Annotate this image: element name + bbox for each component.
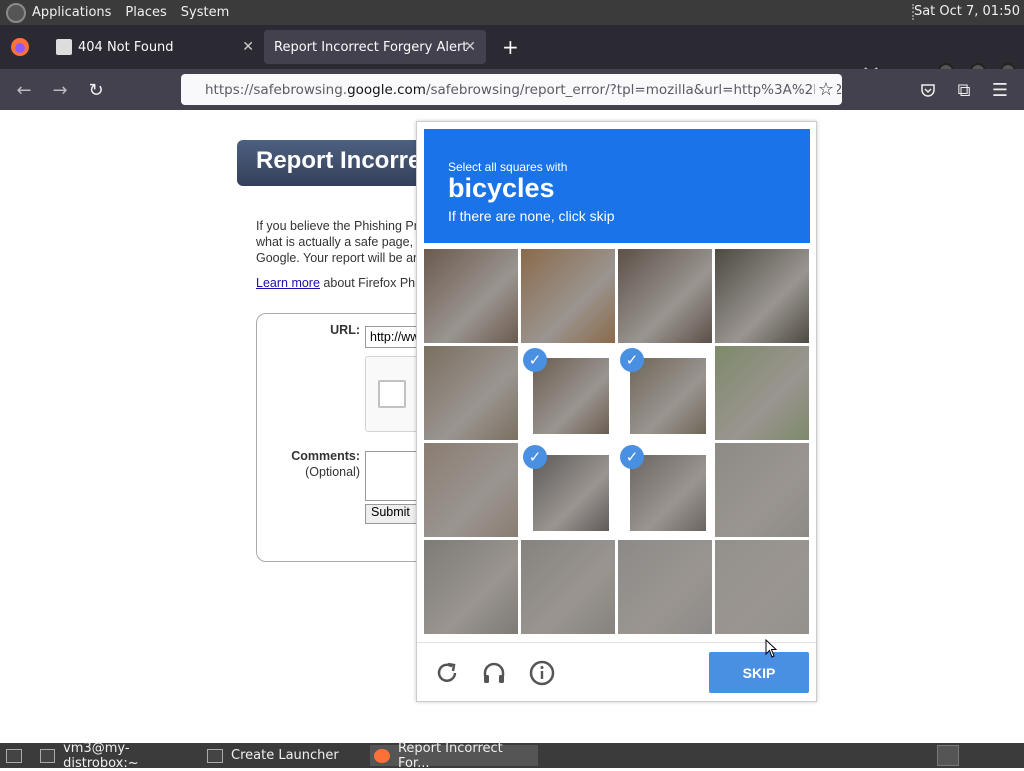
challenge-tile[interactable] xyxy=(618,249,712,343)
hamburger-menu-icon[interactable]: ☰ xyxy=(989,79,1011,101)
firefox-icon xyxy=(374,748,390,763)
distro-logo-icon[interactable] xyxy=(6,2,26,23)
recaptcha-challenge: Select all squares with bicycles If ther… xyxy=(416,121,817,702)
challenge-tile[interactable]: ✓ xyxy=(521,346,615,440)
learn-more-link[interactable]: Learn more xyxy=(256,276,320,290)
tile-image xyxy=(715,249,809,343)
bookmark-star-icon[interactable]: ☆ xyxy=(815,78,837,100)
tile-image xyxy=(424,249,518,343)
tile-image xyxy=(424,540,518,634)
show-desktop-icon[interactable] xyxy=(2,745,26,766)
challenge-tile[interactable] xyxy=(715,249,809,343)
taskbar: vm3@my-distrobox:~ Create Launcher Repor… xyxy=(0,741,1024,771)
tray-firefox-icon[interactable] xyxy=(937,745,959,766)
submit-button[interactable]: Submit xyxy=(365,504,419,524)
menu-applications[interactable]: Applications xyxy=(32,5,111,20)
navigation-bar: ← → ↻ https://safebrowsing.google.com/sa… xyxy=(0,69,1024,110)
taskbar-item-firefox[interactable]: Report Incorrect For... xyxy=(370,741,538,771)
extensions-icon[interactable]: ⧉ xyxy=(953,79,975,101)
challenge-instruction: Select all squares with xyxy=(448,160,568,174)
new-tab-icon[interactable]: + xyxy=(502,35,519,59)
challenge-tile[interactable] xyxy=(424,540,518,634)
intro-line: If you believe the Phishing Protection xyxy=(256,219,426,233)
challenge-object: bicycles xyxy=(448,173,555,203)
tile-image xyxy=(618,540,712,634)
tab-report-forgery[interactable]: Report Incorrect Forgery Alert ✕ xyxy=(264,30,486,64)
clock[interactable]: Sat Oct 7, 01:50 xyxy=(914,4,1020,19)
task-label: vm3@my-distrobox:~ xyxy=(63,740,139,771)
tile-image xyxy=(533,455,609,531)
tile-image xyxy=(424,346,518,440)
learn-more-line: Learn more about Firefox Phishing xyxy=(256,276,426,290)
tab-label: 404 Not Found xyxy=(78,39,174,55)
tile-image xyxy=(618,249,712,343)
url-bar[interactable]: https://safebrowsing.google.com/safebrow… xyxy=(181,74,842,105)
tile-image xyxy=(521,249,615,343)
challenge-header: Select all squares with bicycles If ther… xyxy=(424,129,810,243)
tile-image xyxy=(715,346,809,440)
tile-image xyxy=(424,443,518,537)
url-text[interactable]: https://safebrowsing.google.com/safebrow… xyxy=(205,82,842,98)
tile-checkmark-icon: ✓ xyxy=(620,348,644,372)
tile-image xyxy=(715,443,809,537)
task-label: Create Launcher xyxy=(231,748,339,763)
challenge-tile[interactable] xyxy=(424,443,518,537)
intro-line: what is actually a safe page, please xyxy=(256,235,426,249)
intro-line: Google. Your report will be analyzed xyxy=(256,251,426,265)
challenge-tile[interactable] xyxy=(521,540,615,634)
tab-404[interactable]: 404 Not Found ✕ xyxy=(46,25,264,69)
back-icon[interactable]: ← xyxy=(13,79,35,101)
challenge-tile[interactable]: ✓ xyxy=(618,346,712,440)
mouse-cursor-icon xyxy=(765,639,778,658)
close-tab-icon[interactable]: ✕ xyxy=(242,39,254,55)
challenge-tile[interactable] xyxy=(424,249,518,343)
comments-label: Comments: xyxy=(291,449,360,463)
challenge-tile[interactable] xyxy=(715,443,809,537)
top-panel: Applications Places System Sat Oct 7, 01… xyxy=(0,0,1024,25)
launcher-icon xyxy=(207,748,223,763)
tile-image xyxy=(521,540,615,634)
tile-image xyxy=(630,455,706,531)
tab-strip: 404 Not Found ✕ Report Incorrect Forgery… xyxy=(0,25,1024,79)
tile-image xyxy=(715,540,809,634)
challenge-tile[interactable]: ✓ xyxy=(618,443,712,537)
challenge-image-grid: ✓ ✓ ✓ ✓ xyxy=(424,249,810,635)
url-label: URL: xyxy=(330,323,360,337)
firefox-menu-icon[interactable] xyxy=(10,37,30,57)
tile-image xyxy=(630,358,706,434)
intro-paragraph: If you believe the Phishing Protection w… xyxy=(256,218,426,266)
taskbar-item-terminal[interactable]: vm3@my-distrobox:~ xyxy=(36,741,196,771)
menu-system[interactable]: System xyxy=(181,5,229,20)
challenge-tile[interactable]: ✓ xyxy=(521,443,615,537)
challenge-tile[interactable] xyxy=(715,540,809,634)
skip-button[interactable]: SKIP xyxy=(709,652,809,693)
challenge-tile[interactable] xyxy=(618,540,712,634)
challenge-hint: If there are none, click skip xyxy=(448,208,615,224)
optional-label: (Optional) xyxy=(305,465,360,479)
info-icon[interactable] xyxy=(528,659,556,687)
pocket-icon[interactable] xyxy=(917,79,939,101)
taskbar-item-create-launcher[interactable]: Create Launcher xyxy=(203,745,363,766)
menu-places[interactable]: Places xyxy=(125,5,166,20)
challenge-tile[interactable] xyxy=(424,346,518,440)
challenge-tile[interactable] xyxy=(521,249,615,343)
audio-icon[interactable] xyxy=(480,659,508,687)
terminal-icon xyxy=(40,748,56,763)
tile-image xyxy=(533,358,609,434)
tab-label: Report Incorrect Forgery Alert xyxy=(274,39,468,55)
challenge-tile[interactable] xyxy=(715,346,809,440)
reload-page-icon[interactable]: ↻ xyxy=(85,79,107,101)
tile-checkmark-icon: ✓ xyxy=(620,445,644,469)
tile-checkmark-icon: ✓ xyxy=(523,445,547,469)
footer-divider xyxy=(417,642,816,643)
tile-checkmark-icon: ✓ xyxy=(523,348,547,372)
recaptcha-checkbox[interactable] xyxy=(378,380,406,408)
close-tab-icon[interactable]: ✕ xyxy=(464,39,476,55)
forward-icon[interactable]: → xyxy=(49,79,71,101)
page-favicon-icon xyxy=(56,39,72,55)
reload-icon[interactable] xyxy=(433,659,461,687)
task-label: Report Incorrect For... xyxy=(397,740,503,771)
